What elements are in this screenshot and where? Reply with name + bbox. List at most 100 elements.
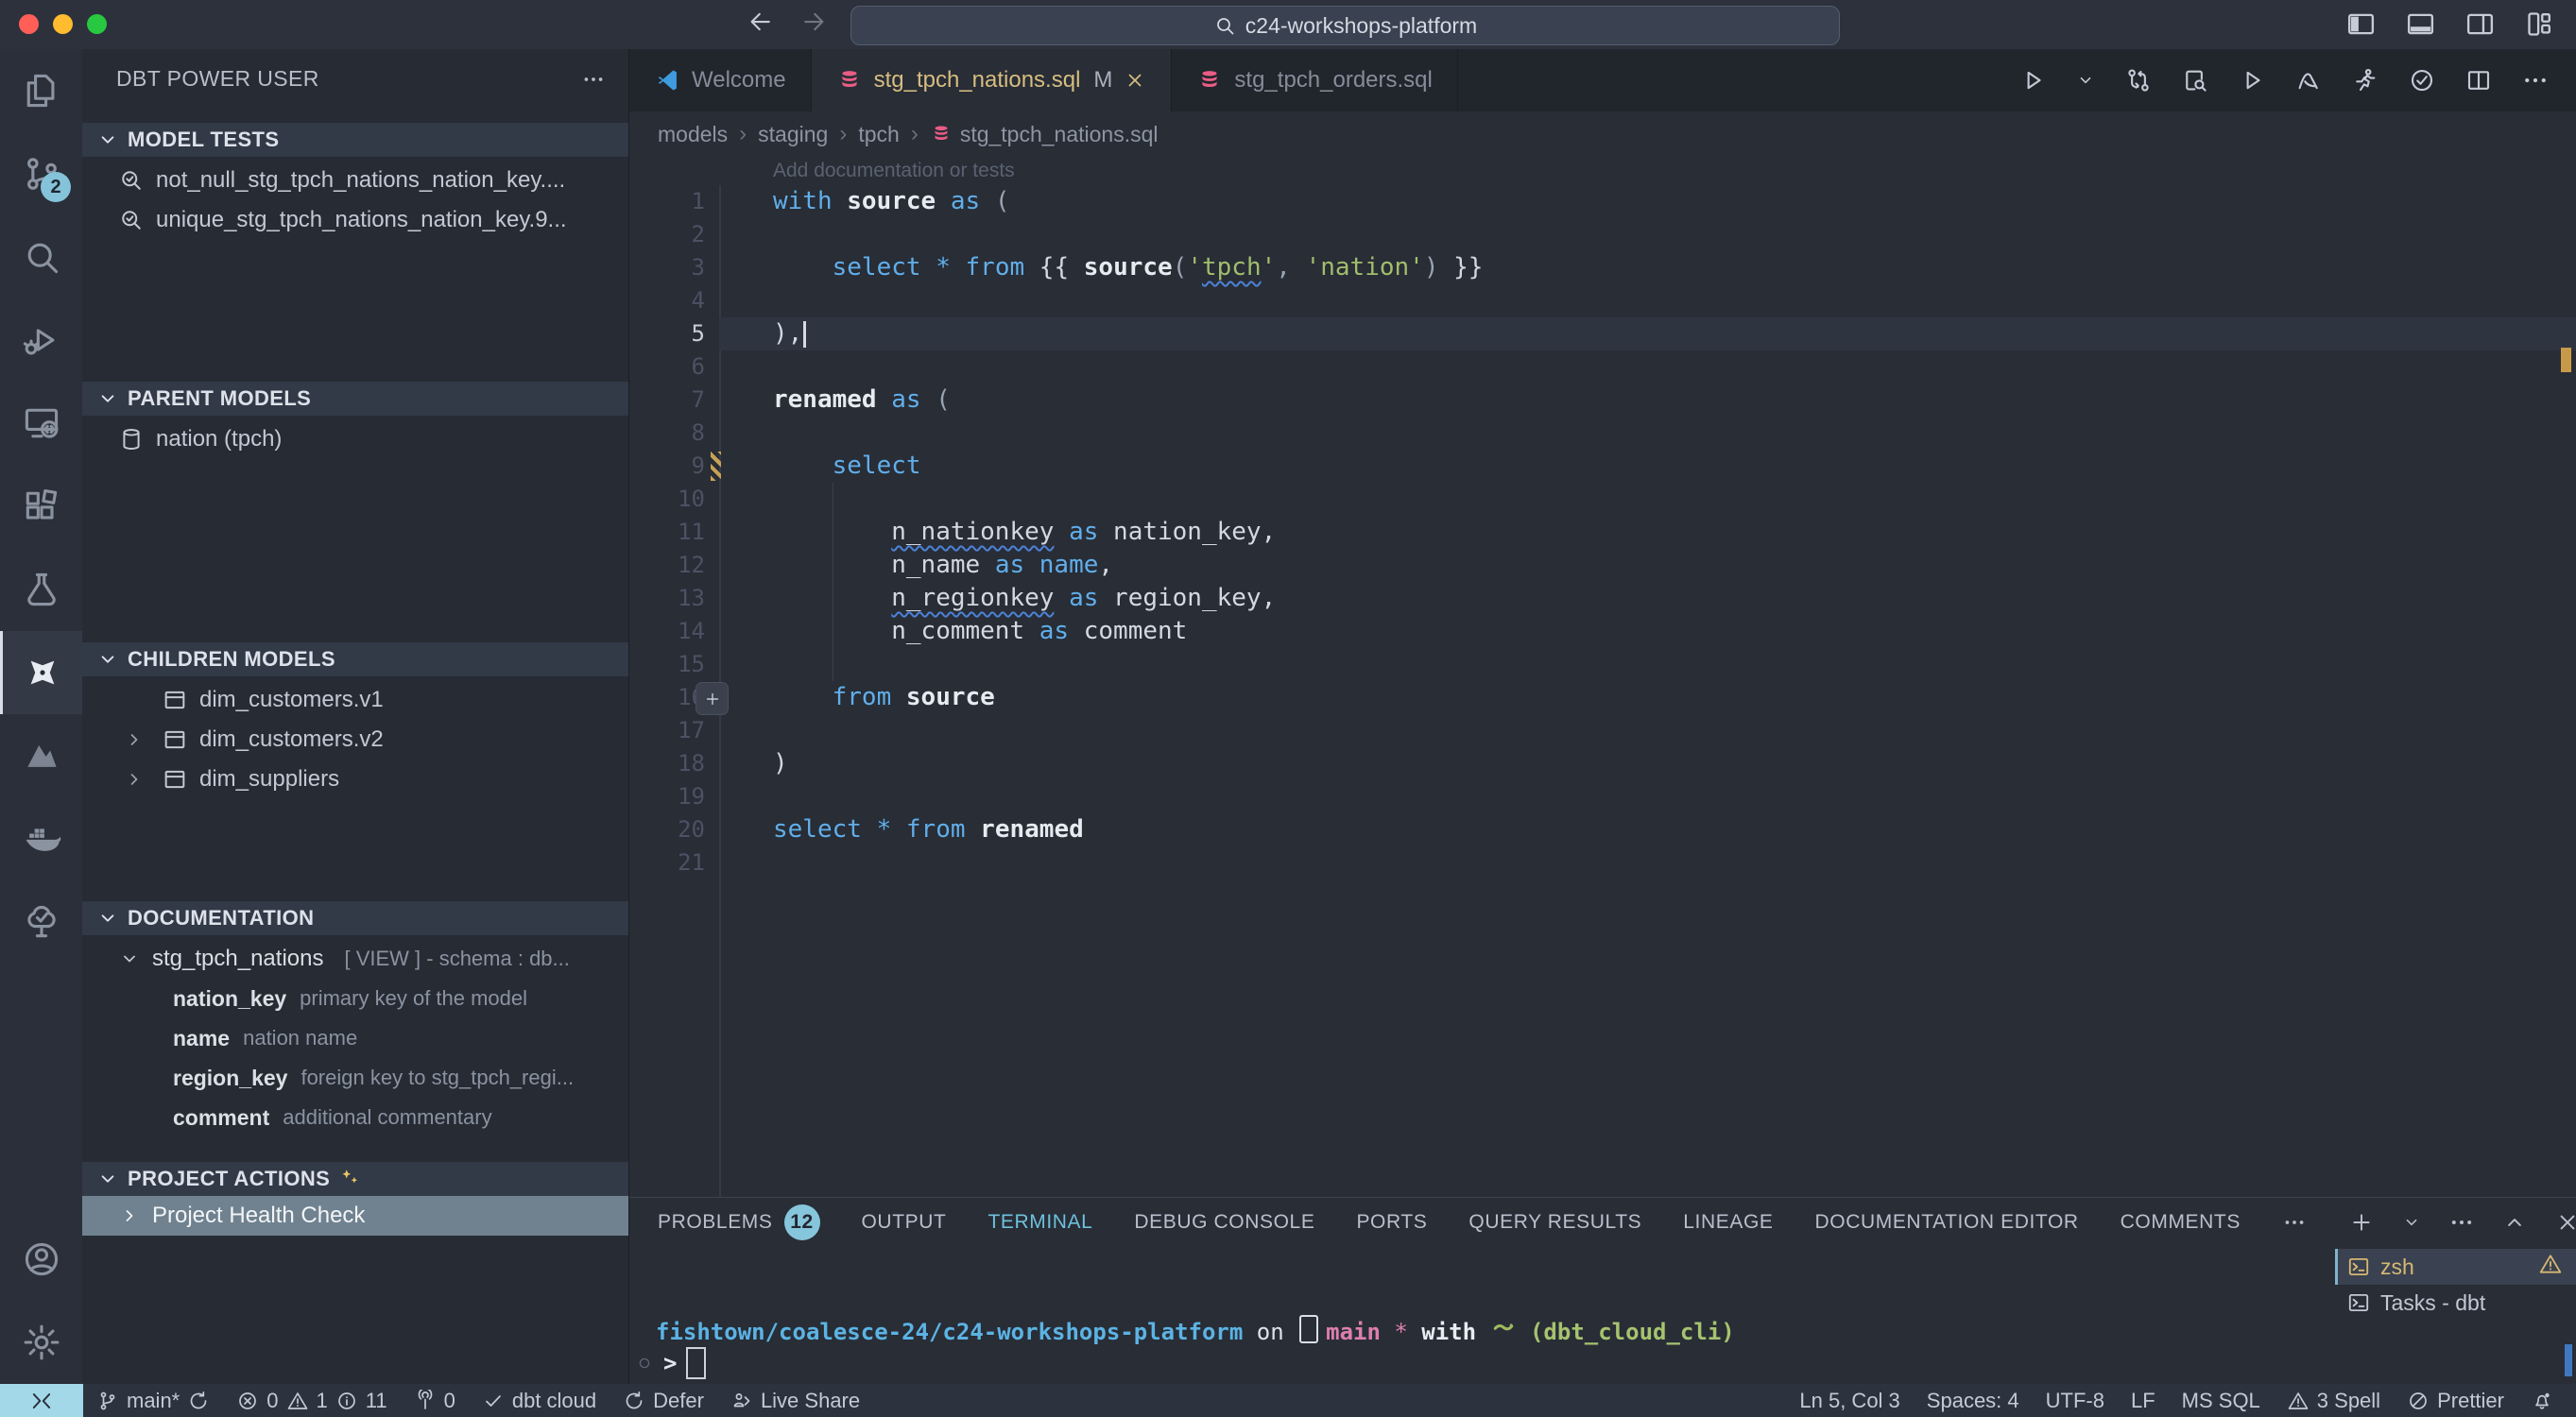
- panel-tab-problems[interactable]: PROBLEMS12: [658, 1204, 820, 1240]
- status-encoding[interactable]: UTF-8: [2033, 1389, 2118, 1413]
- open-preview-icon[interactable]: [2181, 66, 2209, 94]
- terminal-dropdown-icon[interactable]: [2401, 1212, 2422, 1233]
- close-panel-icon[interactable]: [2554, 1209, 2576, 1236]
- model-test-item[interactable]: unique_stg_tpch_nations_nation_key.9...: [82, 200, 628, 240]
- activity-item-explorer[interactable]: [0, 49, 82, 132]
- project-health-check-item[interactable]: Project Health Check: [82, 1196, 628, 1236]
- status-problems-status[interactable]: 0111: [223, 1389, 400, 1413]
- tab-welcome[interactable]: Welcome: [629, 49, 812, 111]
- status-eol[interactable]: LF: [2118, 1389, 2169, 1413]
- status-spell-checker[interactable]: 3 Spell: [2274, 1389, 2394, 1413]
- toggle-secondary-sidebar-button-icon[interactable]: [2464, 9, 2496, 40]
- run-icon[interactable]: [2075, 70, 2096, 91]
- section-header-model-tests[interactable]: MODEL TESTS: [82, 123, 628, 157]
- maximize-window-button[interactable]: [87, 14, 107, 34]
- execute-query-icon[interactable]: [2238, 66, 2266, 94]
- activity-item-manage-settings[interactable]: [0, 1301, 82, 1384]
- command-center-search[interactable]: c24-workshops-platform: [850, 6, 1840, 45]
- child-model-item[interactable]: dim_customers.v2: [82, 720, 628, 760]
- panel-tab-comments[interactable]: COMMENTS: [2121, 1211, 2241, 1234]
- back-arrow-icon[interactable]: [747, 8, 775, 36]
- panel-tab-output[interactable]: OUTPUT: [862, 1211, 947, 1234]
- customize-layout-button-icon[interactable]: [2524, 9, 2555, 40]
- more-actions-icon[interactable]: [581, 67, 606, 92]
- documentation-field-row[interactable]: commentadditional commentary: [82, 1098, 628, 1137]
- panel-scrollbar[interactable]: [2565, 1344, 2572, 1376]
- code-editor[interactable]: Add documentation or tests1with source a…: [629, 157, 2576, 1197]
- tab-stg_tpch_orders-sql[interactable]: stg_tpch_orders.sql: [1172, 49, 1457, 111]
- panel-more-actions-icon[interactable]: [2448, 1209, 2475, 1236]
- status-cursor-position[interactable]: Ln 5, Col 3: [1786, 1389, 1913, 1413]
- bell-dot-icon: [2531, 1390, 2553, 1412]
- documentation-model-row[interactable]: stg_tpch_nations[ VIEW ] - schema : db..…: [82, 939, 628, 979]
- section-header-documentation[interactable]: DOCUMENTATION: [82, 901, 628, 935]
- child-model-item[interactable]: dim_customers.v1: [82, 680, 628, 720]
- terminal-list-item-tasks-dbt[interactable]: Tasks - dbt: [2335, 1285, 2576, 1321]
- breadcrumb-item[interactable]: staging: [758, 122, 828, 147]
- activity-item-search[interactable]: [0, 215, 82, 299]
- activity-item-dbt-power-user[interactable]: [0, 631, 82, 714]
- status-indentation[interactable]: Spaces: 4: [1914, 1389, 2033, 1413]
- close-window-button[interactable]: [19, 14, 39, 34]
- toggle-panel-button-icon[interactable]: [2405, 9, 2436, 40]
- activity-item-docker[interactable]: [0, 797, 82, 880]
- section-header-project-actions[interactable]: PROJECT ACTIONS: [82, 1162, 628, 1196]
- compare-changes-icon[interactable]: [2124, 66, 2153, 94]
- panel-tab-debug-console[interactable]: DEBUG CONSOLE: [1134, 1211, 1314, 1234]
- breadcrumb-file[interactable]: stg_tpch_nations.sql: [930, 122, 1159, 147]
- documentation-field-row[interactable]: nation_keyprimary key of the model: [82, 979, 628, 1018]
- forward-arrow-icon[interactable]: [799, 8, 828, 36]
- extensions-icon: [21, 486, 62, 527]
- new-terminal-icon[interactable]: [2348, 1209, 2375, 1236]
- status-prettier-status[interactable]: Prettier: [2394, 1389, 2517, 1413]
- terminal-list-item-zsh[interactable]: zsh: [2335, 1249, 2576, 1285]
- panel-tab-documentation-editor[interactable]: DOCUMENTATION EDITOR: [1815, 1211, 2079, 1234]
- activity-item-source-control[interactable]: 2: [0, 132, 82, 215]
- minimize-window-button[interactable]: [53, 14, 73, 34]
- status-ports-status[interactable]: 0: [401, 1389, 469, 1413]
- child-model-item[interactable]: dim_suppliers: [82, 760, 628, 799]
- activity-item-project-tree-check-extension[interactable]: [0, 880, 82, 964]
- status-language-mode[interactable]: MS SQL: [2169, 1389, 2274, 1413]
- panel-tab-overflow[interactable]: [2282, 1210, 2307, 1235]
- add-gutter-button[interactable]: [696, 682, 729, 715]
- run-icon[interactable]: [2018, 66, 2047, 94]
- validate-icon[interactable]: [2408, 66, 2436, 94]
- activity-item-testing[interactable]: [0, 548, 82, 631]
- activity-item-run-and-debug[interactable]: [0, 299, 82, 382]
- panel-tab-query-results[interactable]: QUERY RESULTS: [1468, 1211, 1641, 1234]
- section-header-children-models[interactable]: CHILDREN MODELS: [82, 642, 628, 676]
- close-icon[interactable]: [1124, 69, 1146, 92]
- breadcrumb-item[interactable]: tpch: [858, 122, 899, 147]
- status-notifications-bell[interactable]: [2517, 1390, 2567, 1412]
- remote-indicator[interactable]: [0, 1384, 83, 1417]
- status-dbt-cloud-status[interactable]: dbt cloud: [469, 1389, 610, 1413]
- terminal-prompt[interactable]: >: [635, 1347, 706, 1379]
- activity-item-remote-explorer[interactable]: [0, 382, 82, 465]
- panel-tab-lineage[interactable]: LINEAGE: [1683, 1211, 1773, 1234]
- parent-model-item[interactable]: nation (tpch): [82, 419, 628, 459]
- activity-item-datafold-extension[interactable]: [0, 714, 82, 797]
- parent-model-label: nation (tpch): [156, 426, 282, 452]
- maximize-panel-icon[interactable]: [2501, 1209, 2528, 1236]
- panel-tab-ports[interactable]: PORTS: [1356, 1211, 1427, 1234]
- toggle-primary-sidebar-button-icon[interactable]: [2345, 9, 2377, 40]
- more-actions-icon[interactable]: [2521, 66, 2550, 94]
- breadcrumb-item[interactable]: models: [658, 122, 728, 147]
- panel-tab-terminal[interactable]: TERMINAL: [987, 1211, 1092, 1234]
- datafold-diff-icon[interactable]: [2294, 66, 2323, 94]
- documentation-field-row[interactable]: region_keyforeign key to stg_tpch_regi..…: [82, 1058, 628, 1098]
- activity-item-accounts[interactable]: [0, 1218, 82, 1301]
- documentation-field-row[interactable]: namenation name: [82, 1018, 628, 1058]
- model-test-item[interactable]: not_null_stg_tpch_nations_nation_key....: [82, 161, 628, 200]
- status-defer-status[interactable]: Defer: [610, 1389, 717, 1413]
- terminal[interactable]: fishtown/coalesce-24/c24-workshops-platf…: [629, 1247, 2335, 1384]
- section-header-parent-models[interactable]: PARENT MODELS: [82, 382, 628, 416]
- status-live-share-status[interactable]: Live Share: [717, 1389, 873, 1413]
- tab-stg_tpch_nations-sql[interactable]: stg_tpch_nations.sqlM: [812, 49, 1173, 111]
- run-file-icon[interactable]: [2351, 66, 2379, 94]
- codelens-action[interactable]: Add documentation or tests: [773, 157, 2576, 185]
- status-branch-status[interactable]: main*: [83, 1389, 223, 1413]
- split-editor-icon[interactable]: [2464, 66, 2493, 94]
- activity-item-extensions[interactable]: [0, 465, 82, 548]
